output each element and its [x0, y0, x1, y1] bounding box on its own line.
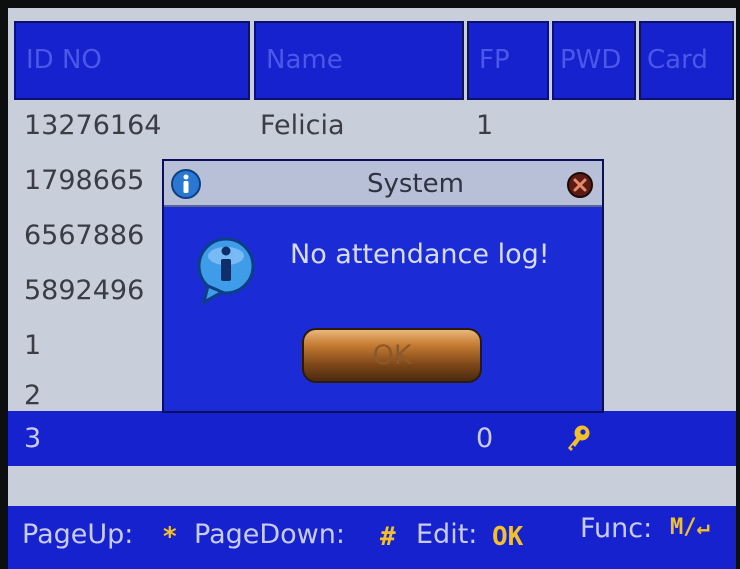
func-hint: Func: — [580, 513, 653, 544]
pageup-hint: PageUp: — [22, 519, 134, 550]
dialog-title: System — [367, 169, 464, 199]
footer-key-hints: PageUp: * PageDown: # Edit: OK Func: M/↵ — [8, 506, 736, 569]
cell-id: 1 — [24, 330, 42, 361]
dialog-message: No attendance log! — [290, 239, 550, 270]
pagedown-hint: PageDown: — [194, 519, 345, 550]
column-header-pwd-label: PWD — [560, 45, 622, 75]
column-header-card-label: Card — [647, 45, 708, 75]
key-icon — [568, 425, 590, 451]
pagedown-key: # — [380, 522, 396, 552]
device-screen: ID NO Name FP PWD Card 13276164 Felicia … — [8, 8, 736, 569]
column-header-name[interactable]: Name — [254, 21, 464, 100]
column-header-id-label: ID NO — [26, 45, 102, 75]
edit-hint: Edit: — [416, 519, 478, 550]
info-icon — [171, 169, 201, 199]
cell-id: 2 — [24, 380, 42, 411]
column-header-id[interactable]: ID NO — [14, 21, 250, 100]
pageup-key: * — [162, 522, 178, 552]
cell-id: 1798665 — [24, 165, 145, 196]
info-icon — [197, 237, 255, 305]
column-header-pwd[interactable]: PWD — [552, 21, 636, 100]
column-header-fp[interactable]: FP — [467, 21, 549, 100]
cell-name: Felicia — [260, 110, 345, 141]
edit-key: OK — [492, 522, 524, 552]
system-dialog: System No attendance log! OK — [162, 159, 604, 413]
cell-id: 13276164 — [24, 110, 162, 141]
cell-id: 6567886 — [24, 220, 145, 251]
ok-button[interactable]: OK — [302, 328, 482, 383]
cell-fp: 0 — [476, 423, 494, 454]
ok-button-label: OK — [372, 340, 412, 371]
column-header-name-label: Name — [266, 45, 343, 75]
close-icon[interactable] — [566, 171, 594, 199]
cell-id: 3 — [24, 423, 42, 454]
dialog-title-bar: System — [164, 161, 602, 207]
column-header-card[interactable]: Card — [639, 21, 734, 100]
cell-id: 5892496 — [24, 275, 145, 306]
cell-fp: 1 — [476, 110, 494, 141]
func-key: M/↵ — [670, 515, 710, 540]
table-row[interactable]: 13276164 Felicia 1 — [8, 98, 736, 153]
table-row-selected[interactable]: 3 0 — [8, 411, 736, 466]
column-header-fp-label: FP — [479, 45, 510, 75]
